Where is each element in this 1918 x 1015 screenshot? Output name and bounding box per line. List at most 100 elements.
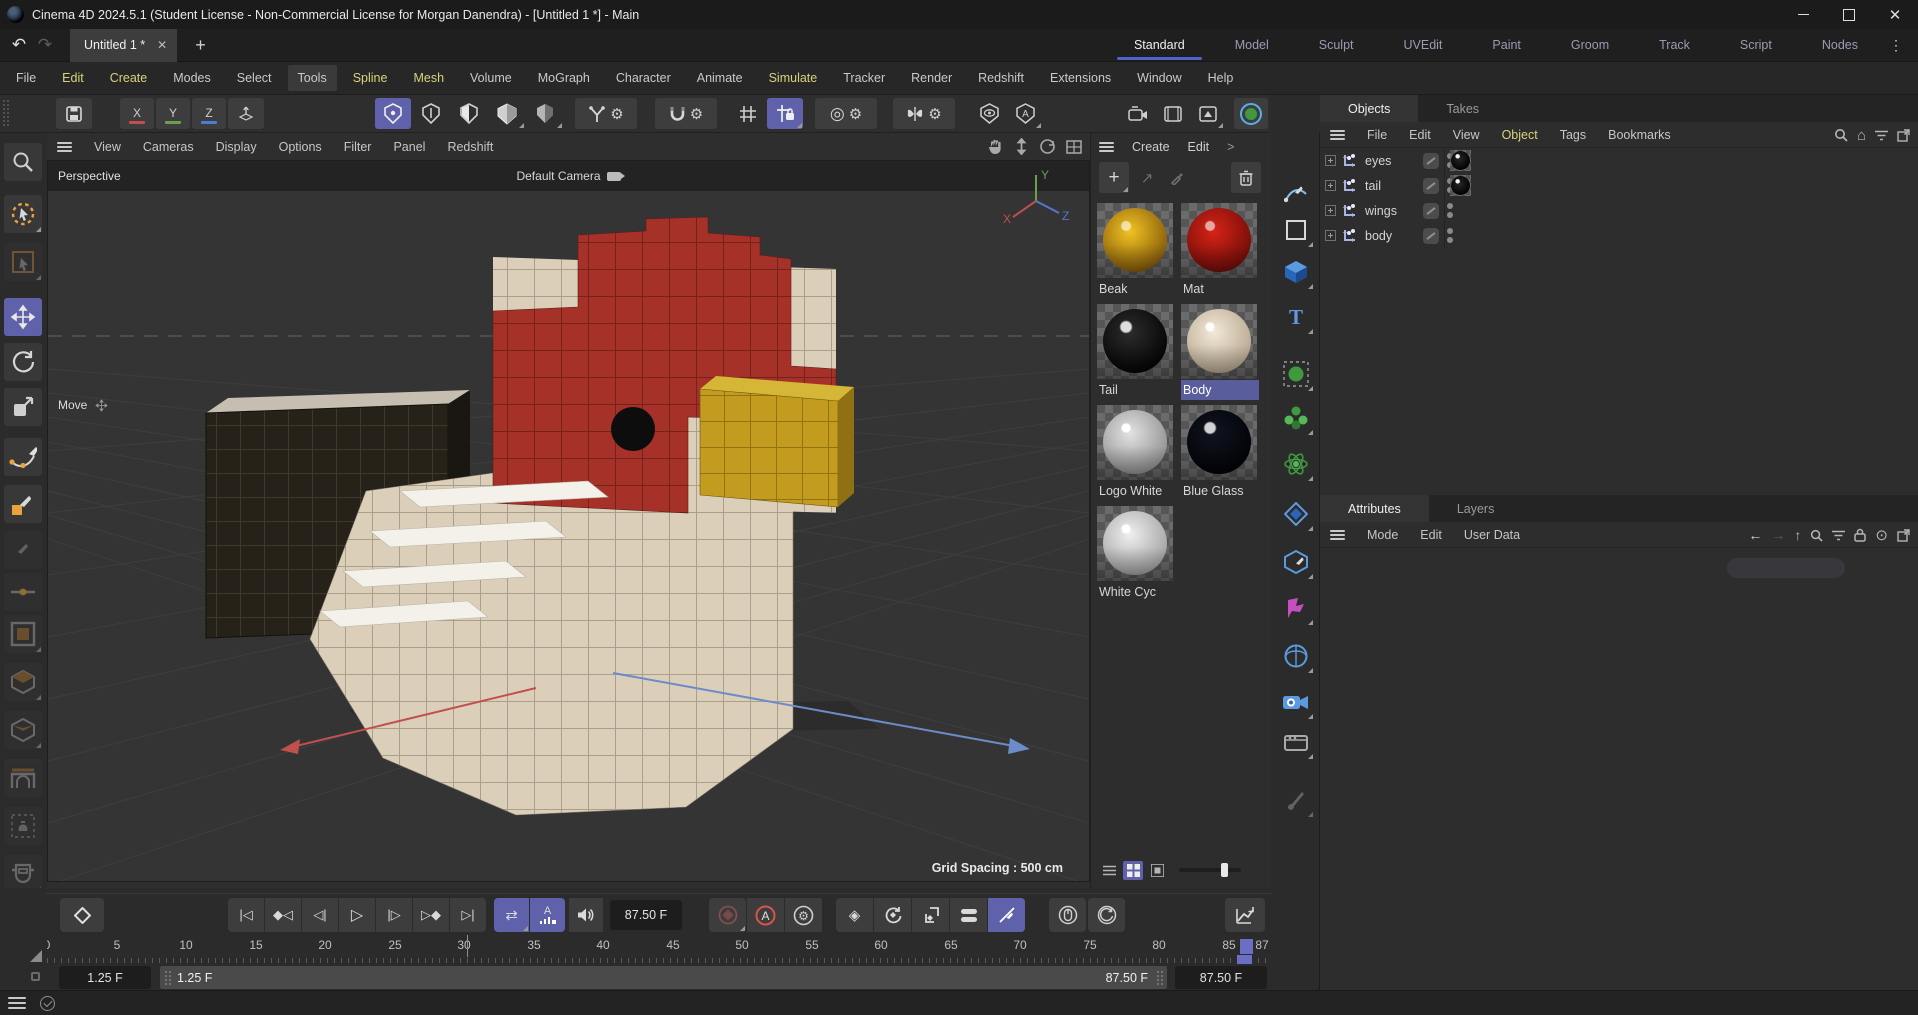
- edit-toggle-icon[interactable]: [1423, 153, 1439, 169]
- maximize-button[interactable]: [1826, 0, 1872, 29]
- render-view-button[interactable]: [1122, 98, 1154, 129]
- play-button[interactable]: ▷: [339, 898, 375, 932]
- undo-icon[interactable]: ↶: [6, 33, 32, 57]
- objects-menu-tags[interactable]: Tags: [1560, 128, 1586, 142]
- viewport-canvas[interactable]: Perspective Default Camera Y X Z Move Gr…: [47, 160, 1090, 882]
- edit-toggle-icon[interactable]: [1423, 178, 1439, 194]
- interactive-render-button[interactable]: [1234, 98, 1268, 129]
- rotate-view-icon[interactable]: [1039, 138, 1056, 155]
- model-mode-button[interactable]: [489, 98, 525, 129]
- slider-knob[interactable]: [1221, 863, 1228, 877]
- volume-builder-tool[interactable]: [1277, 495, 1314, 532]
- layout-tab-nodes[interactable]: Nodes: [1797, 29, 1883, 62]
- lock-y-axis-button[interactable]: Y: [156, 98, 190, 129]
- parent-up-icon[interactable]: ↑: [1794, 527, 1801, 543]
- viewport-menu-panel[interactable]: Panel: [393, 140, 425, 154]
- range-right-grip[interactable]: [1156, 970, 1163, 985]
- timeline-tick-strip[interactable]: [47, 957, 1271, 965]
- cloner-tool[interactable]: [1277, 399, 1314, 436]
- rotate-tool[interactable]: [4, 343, 42, 381]
- camera-create-tool[interactable]: [1277, 683, 1314, 720]
- tweak-edge-tool[interactable]: [4, 573, 42, 611]
- menu-character[interactable]: Character: [616, 71, 671, 85]
- attributes-menu-mode[interactable]: Mode: [1367, 528, 1398, 542]
- tab-layers[interactable]: Layers: [1429, 495, 1523, 522]
- key-position-button[interactable]: ◈: [836, 898, 873, 932]
- menu-help[interactable]: Help: [1208, 71, 1234, 85]
- menu-mograph[interactable]: MoGraph: [538, 71, 590, 85]
- render-settings-button[interactable]: [1192, 98, 1224, 129]
- edit-toggle-icon[interactable]: [1423, 203, 1439, 219]
- grid-view-icon[interactable]: [1123, 861, 1143, 880]
- key-pla-button[interactable]: [988, 898, 1025, 932]
- deformer-tool[interactable]: [1277, 589, 1314, 626]
- expand-icon[interactable]: [1325, 230, 1336, 241]
- menu-edit[interactable]: Edit: [62, 71, 84, 85]
- redo-icon[interactable]: ↷: [32, 33, 58, 57]
- autokey-bars-button[interactable]: A: [530, 898, 565, 932]
- status-menu-icon[interactable]: [8, 997, 26, 1009]
- symmetry-settings-gear-icon[interactable]: ⚙: [928, 105, 941, 123]
- material-logo-white[interactable]: Logo White: [1097, 405, 1175, 501]
- detach-icon[interactable]: [1897, 529, 1910, 542]
- render-picture-viewer-button[interactable]: [1157, 98, 1189, 129]
- spline-pen-tool[interactable]: [4, 438, 42, 476]
- objects-menu-view[interactable]: View: [1453, 128, 1480, 142]
- primitive-plane-tool[interactable]: [1277, 211, 1314, 248]
- current-frame-marker[interactable]: [1240, 939, 1253, 954]
- preview-range-bar[interactable]: 1.25 F 87.50 F: [160, 966, 1167, 989]
- minimize-button[interactable]: [1780, 0, 1826, 29]
- large-view-icon[interactable]: [1147, 861, 1167, 880]
- viewport-menu-filter[interactable]: Filter: [344, 140, 372, 154]
- menu-render[interactable]: Render: [911, 71, 952, 85]
- history-forward-icon[interactable]: →: [1771, 527, 1785, 543]
- expand-icon[interactable]: [1325, 155, 1336, 166]
- layout-tab-model[interactable]: Model: [1210, 29, 1294, 62]
- goto-end-button[interactable]: ▷|: [450, 898, 486, 932]
- instance-tool[interactable]: [1277, 355, 1314, 392]
- record-keyframe-button[interactable]: [709, 898, 746, 932]
- prev-key-button[interactable]: ◆◁: [265, 898, 301, 932]
- lock-icon[interactable]: [1854, 528, 1866, 542]
- rectangle-selection-tool[interactable]: [4, 243, 42, 281]
- paint-brush-tool[interactable]: [1277, 781, 1314, 818]
- object-name[interactable]: body: [1365, 229, 1417, 243]
- volume-mesher-tool[interactable]: [1277, 543, 1314, 580]
- menu-spline[interactable]: Spline: [353, 71, 388, 85]
- objects-menu-icon[interactable]: [1330, 130, 1345, 140]
- menu-volume[interactable]: Volume: [470, 71, 512, 85]
- workplane-settings-gear-icon[interactable]: ⚙: [849, 105, 862, 123]
- zoom-anchor-icon[interactable]: [1014, 138, 1029, 155]
- close-button[interactable]: ✕: [1872, 0, 1918, 29]
- filter-icon[interactable]: [1875, 130, 1888, 141]
- eyedropper-icon[interactable]: [1163, 162, 1191, 193]
- expand-icon[interactable]: [1325, 180, 1336, 191]
- visibility-dots[interactable]: [1447, 203, 1453, 218]
- layout-tab-track[interactable]: Track: [1634, 29, 1715, 62]
- viewport-menu-view[interactable]: View: [94, 140, 121, 154]
- live-selection-tool[interactable]: [4, 195, 42, 233]
- preview-marker[interactable]: [467, 935, 468, 957]
- attributes-menu-userdata[interactable]: User Data: [1464, 528, 1520, 542]
- stage-tool[interactable]: [1277, 723, 1314, 760]
- object-row-tail[interactable]: tail: [1320, 173, 1918, 198]
- filter-icon[interactable]: [1832, 530, 1845, 541]
- loop-mode-button[interactable]: ⇄: [494, 898, 529, 932]
- materials-menu-edit[interactable]: Edit: [1188, 140, 1210, 154]
- menu-tracker[interactable]: Tracker: [843, 71, 885, 85]
- attributes-menu-edit[interactable]: Edit: [1420, 528, 1442, 542]
- environment-tool[interactable]: [1277, 637, 1314, 674]
- menu-tools[interactable]: Tools: [288, 65, 337, 91]
- toolbar-grip[interactable]: [2, 99, 10, 127]
- points-mode-button[interactable]: [375, 98, 411, 129]
- next-frame-button[interactable]: |▷: [376, 898, 412, 932]
- pen-fill-tool[interactable]: [4, 485, 42, 523]
- tab-objects[interactable]: Objects: [1320, 95, 1418, 122]
- weight-tool[interactable]: [4, 807, 42, 845]
- key-scale-button[interactable]: [912, 898, 949, 932]
- spline-pen-create-tool[interactable]: [1277, 173, 1314, 210]
- layout-tab-script[interactable]: Script: [1715, 29, 1797, 62]
- history-back-icon[interactable]: ←: [1748, 527, 1762, 543]
- polygons-mode-button[interactable]: [451, 98, 487, 129]
- keyframe-button[interactable]: [60, 898, 104, 932]
